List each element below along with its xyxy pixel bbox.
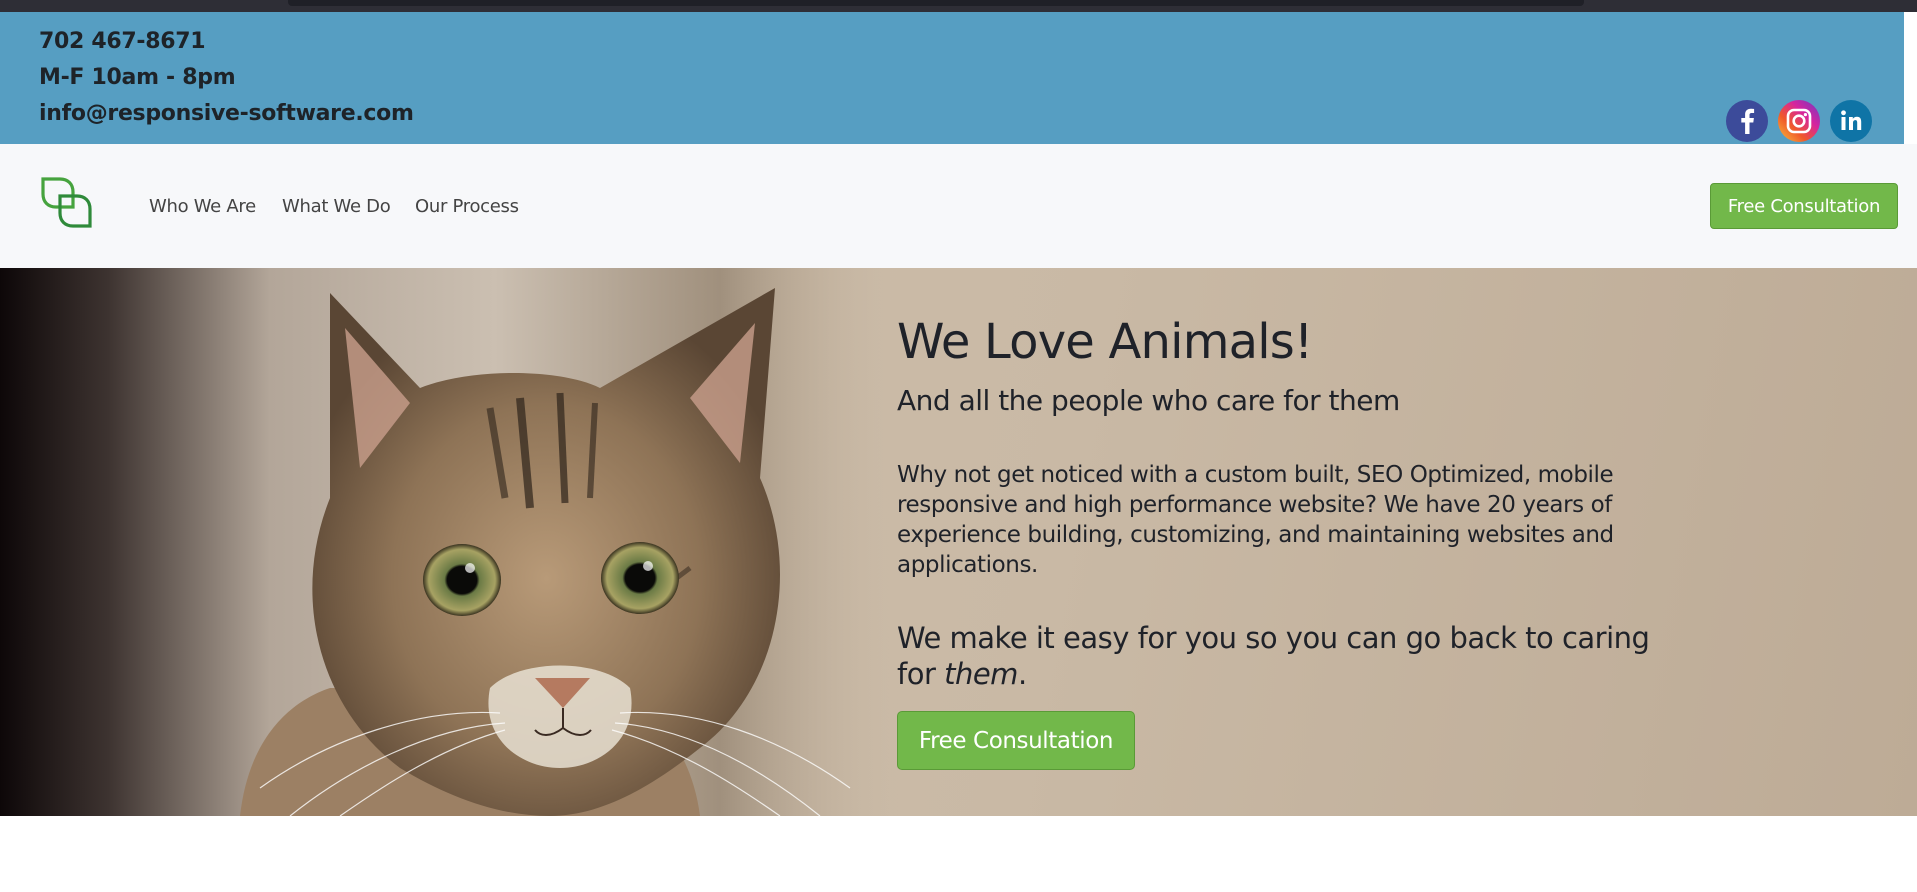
- top-strip-inner: [288, 0, 1584, 6]
- hero-tagline-emphasis: them: [944, 657, 1018, 691]
- hero-tagline: We make it easy for you so you can go ba…: [897, 620, 1657, 692]
- contact-hours: M-F 10am - 8pm: [39, 65, 236, 90]
- logo-icon[interactable]: [40, 176, 98, 234]
- nav-what-we-do[interactable]: What We Do: [282, 196, 391, 217]
- nav-who-we-are[interactable]: Who We Are: [149, 196, 256, 217]
- nav-free-consultation-button[interactable]: Free Consultation: [1710, 183, 1898, 229]
- hero-tagline-suffix: .: [1017, 657, 1027, 691]
- hero-free-consultation-button[interactable]: Free Consultation: [897, 711, 1135, 770]
- hero-title: We Love Animals!: [897, 314, 1313, 370]
- hero-section: We Love Animals! And all the people who …: [0, 268, 1917, 816]
- contact-email[interactable]: info@responsive-software.com: [39, 101, 414, 126]
- instagram-icon[interactable]: [1778, 100, 1820, 142]
- navbar: Who We Are What We Do Our Process Free C…: [0, 144, 1917, 268]
- hero-cat-image: [0, 268, 900, 816]
- hero-paragraph: Why not get noticed with a custom built,…: [897, 462, 1614, 578]
- contact-bar: 702 467-8671 M-F 10am - 8pm info@respons…: [0, 12, 1904, 144]
- facebook-icon[interactable]: [1726, 100, 1768, 142]
- nav-our-process[interactable]: Our Process: [415, 196, 519, 217]
- hero-subtitle: And all the people who care for them: [897, 384, 1400, 417]
- linkedin-icon[interactable]: [1830, 100, 1872, 142]
- contact-phone[interactable]: 702 467-8671: [39, 29, 206, 54]
- top-strip: [0, 0, 1917, 12]
